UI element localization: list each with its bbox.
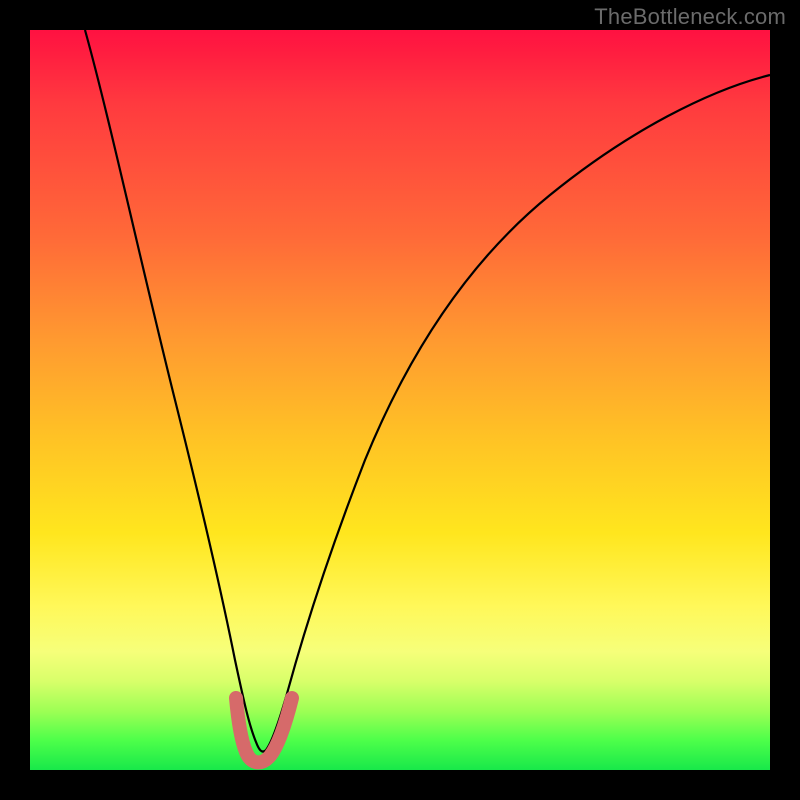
- min-region-u-mark: [236, 698, 292, 762]
- watermark-text: TheBottleneck.com: [594, 4, 786, 30]
- bottleneck-curve: [85, 30, 770, 752]
- curve-layer: [30, 30, 770, 770]
- plot-area: [30, 30, 770, 770]
- chart-stage: TheBottleneck.com: [0, 0, 800, 800]
